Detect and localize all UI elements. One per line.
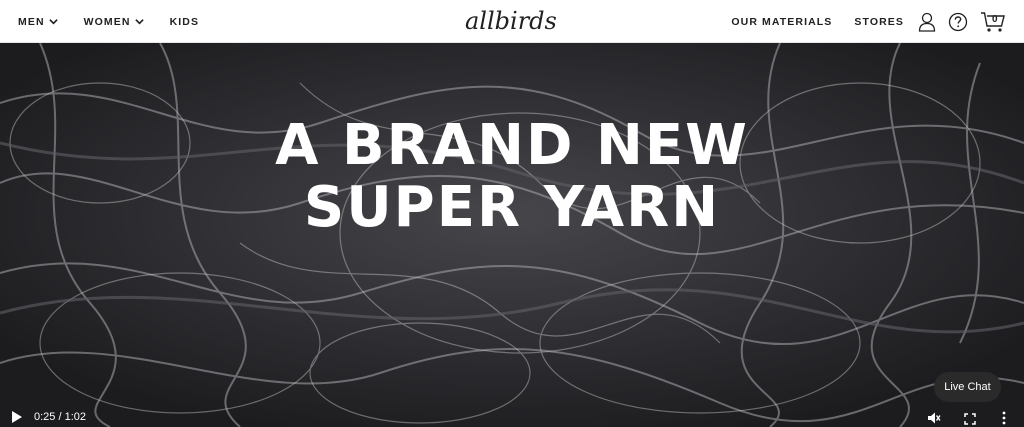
nav-kids[interactable]: KIDS	[170, 16, 200, 28]
nav-men[interactable]: MEN	[18, 16, 58, 28]
account-icon	[918, 12, 936, 32]
account-button[interactable]	[918, 12, 936, 32]
more-options-icon[interactable]	[1001, 411, 1007, 425]
nav-men-label: MEN	[18, 15, 45, 28]
hero-headline: A BRAND NEW SUPER YARN	[0, 115, 1024, 239]
headline-line-2: SUPER YARN	[303, 175, 721, 240]
nav-women[interactable]: WOMEN	[84, 16, 144, 28]
live-chat-button[interactable]: Live Chat	[934, 372, 1001, 402]
cart-button[interactable]: 0	[980, 11, 1006, 33]
play-icon[interactable]	[12, 411, 22, 423]
video-time: 0:25 / 1:02	[34, 411, 86, 423]
nav-stores-label: STORES	[854, 15, 904, 28]
help-icon	[948, 12, 968, 31]
nav-kids-label: KIDS	[169, 15, 200, 28]
chevron-down-icon	[134, 19, 144, 25]
nav-stores[interactable]: STORES	[854, 16, 904, 28]
mute-icon[interactable]	[927, 411, 941, 425]
top-nav: MEN WOMEN KIDS allbirds OUR MATERIALS ST…	[0, 0, 1024, 43]
headline-line-1: A BRAND NEW	[275, 113, 749, 178]
video-controls: 0:25 / 1:02	[0, 405, 1024, 427]
fullscreen-icon[interactable]	[964, 413, 976, 425]
nav-right: OUR MATERIALS STORES 0	[709, 0, 1006, 43]
chevron-down-icon	[48, 19, 58, 25]
hero-video[interactable]: A BRAND NEW SUPER YARN 0:25 / 1:02	[0, 43, 1024, 427]
nav-our-materials-label: OUR MATERIALS	[731, 15, 833, 28]
cart-count: 0	[992, 13, 998, 25]
allbirds-logo[interactable]: allbirds	[463, 5, 559, 39]
nav-women-label: WOMEN	[83, 15, 131, 28]
nav-our-materials[interactable]: OUR MATERIALS	[731, 16, 832, 28]
logo-text: allbirds	[465, 7, 557, 35]
help-button[interactable]	[948, 12, 968, 32]
live-chat-label: Live Chat	[944, 381, 991, 393]
nav-left: MEN WOMEN KIDS	[18, 0, 225, 43]
